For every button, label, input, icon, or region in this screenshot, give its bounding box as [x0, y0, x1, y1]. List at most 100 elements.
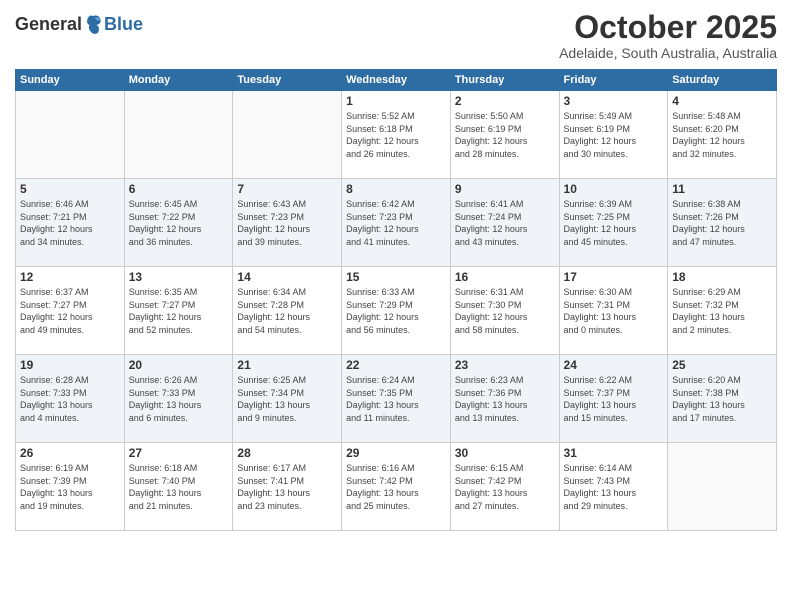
day-info: Sunrise: 6:35 AM Sunset: 7:27 PM Dayligh… [129, 286, 229, 336]
table-row: 10 Sunrise: 6:39 AM Sunset: 7:25 PM Dayli… [559, 179, 668, 267]
table-row: 26Sunrise: 6:19 AM Sunset: 7:39 PM Dayli… [16, 443, 125, 531]
day-info: Sunrise: 6:30 AM Sunset: 7:31 PM Dayligh… [564, 286, 664, 336]
month-title: October 2025 [559, 10, 777, 45]
day-number: 1 [346, 94, 446, 108]
table-row: 14 Sunrise: 6:34 AM Sunset: 7:28 PM Dayli… [233, 267, 342, 355]
day-number: 23 [455, 358, 555, 372]
col-wednesday: Wednesday [342, 70, 451, 91]
day-number: 5 [20, 182, 120, 196]
day-number: 20 [129, 358, 229, 372]
day-number: 7 [237, 182, 337, 196]
day-info: Sunrise: 6:41 AM Sunset: 7:24 PM Dayligh… [455, 198, 555, 248]
day-number: 8 [346, 182, 446, 196]
day-info: Sunrise: 6:37 AM Sunset: 7:27 PM Dayligh… [20, 286, 120, 336]
table-row: 13 Sunrise: 6:35 AM Sunset: 7:27 PM Dayli… [124, 267, 233, 355]
day-number: 26 [20, 446, 120, 460]
day-info: Sunrise: 6:20 AM Sunset: 7:38 PM Dayligh… [672, 374, 772, 424]
calendar-table: Sunday Monday Tuesday Wednesday Thursday… [15, 69, 777, 531]
table-row: 12 Sunrise: 6:37 AM Sunset: 7:27 PM Dayli… [16, 267, 125, 355]
day-info: Sunrise: 6:42 AM Sunset: 7:23 PM Dayligh… [346, 198, 446, 248]
day-number: 25 [672, 358, 772, 372]
table-row: 23 Sunrise: 6:23 AM Sunset: 7:36 PM Dayli… [450, 355, 559, 443]
day-info: Sunrise: 6:46 AM Sunset: 7:21 PM Dayligh… [20, 198, 120, 248]
day-info: Sunrise: 6:45 AM Sunset: 7:22 PM Dayligh… [129, 198, 229, 248]
day-info: Sunrise: 6:43 AM Sunset: 7:23 PM Dayligh… [237, 198, 337, 248]
day-info: Sunrise: 6:23 AM Sunset: 7:36 PM Dayligh… [455, 374, 555, 424]
table-row: 17Sunrise: 6:30 AM Sunset: 7:31 PM Dayli… [559, 267, 668, 355]
table-row: 16 Sunrise: 6:31 AM Sunset: 7:30 PM Dayli… [450, 267, 559, 355]
day-number: 3 [564, 94, 664, 108]
calendar-week-row: 26Sunrise: 6:19 AM Sunset: 7:39 PM Dayli… [16, 443, 777, 531]
table-row [16, 91, 125, 179]
day-number: 9 [455, 182, 555, 196]
day-info: Sunrise: 6:14 AM Sunset: 7:43 PM Dayligh… [564, 462, 664, 512]
day-info: Sunrise: 6:16 AM Sunset: 7:42 PM Dayligh… [346, 462, 446, 512]
col-friday: Friday [559, 70, 668, 91]
day-info: Sunrise: 6:39 AM Sunset: 7:25 PM Dayligh… [564, 198, 664, 248]
table-row [668, 443, 777, 531]
calendar-week-row: 19Sunrise: 6:28 AM Sunset: 7:33 PM Dayli… [16, 355, 777, 443]
day-number: 28 [237, 446, 337, 460]
calendar-week-row: 12 Sunrise: 6:37 AM Sunset: 7:27 PM Dayli… [16, 267, 777, 355]
day-info: Sunrise: 6:18 AM Sunset: 7:40 PM Dayligh… [129, 462, 229, 512]
table-row: 21 Sunrise: 6:25 AM Sunset: 7:34 PM Dayli… [233, 355, 342, 443]
col-monday: Monday [124, 70, 233, 91]
table-row: 9 Sunrise: 6:41 AM Sunset: 7:24 PM Daylig… [450, 179, 559, 267]
day-info: Sunrise: 5:52 AM Sunset: 6:18 PM Dayligh… [346, 110, 446, 160]
day-info: Sunrise: 6:25 AM Sunset: 7:34 PM Dayligh… [237, 374, 337, 424]
day-number: 11 [672, 182, 772, 196]
day-info: Sunrise: 5:50 AM Sunset: 6:19 PM Dayligh… [455, 110, 555, 160]
day-info: Sunrise: 6:15 AM Sunset: 7:42 PM Dayligh… [455, 462, 555, 512]
table-row: 8 Sunrise: 6:42 AM Sunset: 7:23 PM Daylig… [342, 179, 451, 267]
page: General Blue October 2025 Adelaide, Sout… [0, 0, 792, 612]
day-info: Sunrise: 6:26 AM Sunset: 7:33 PM Dayligh… [129, 374, 229, 424]
logo: General Blue [15, 14, 143, 36]
day-number: 21 [237, 358, 337, 372]
table-row: 27 Sunrise: 6:18 AM Sunset: 7:40 PM Dayli… [124, 443, 233, 531]
table-row: 22 Sunrise: 6:24 AM Sunset: 7:35 PM Dayli… [342, 355, 451, 443]
table-row: 11 Sunrise: 6:38 AM Sunset: 7:26 PM Dayli… [668, 179, 777, 267]
table-row: 28Sunrise: 6:17 AM Sunset: 7:41 PM Dayli… [233, 443, 342, 531]
day-number: 15 [346, 270, 446, 284]
day-number: 19 [20, 358, 120, 372]
day-number: 30 [455, 446, 555, 460]
day-info: Sunrise: 6:31 AM Sunset: 7:30 PM Dayligh… [455, 286, 555, 336]
day-number: 27 [129, 446, 229, 460]
table-row: 15 Sunrise: 6:33 AM Sunset: 7:29 PM Dayli… [342, 267, 451, 355]
logo-bird-icon [84, 14, 102, 36]
day-info: Sunrise: 6:34 AM Sunset: 7:28 PM Dayligh… [237, 286, 337, 336]
day-number: 14 [237, 270, 337, 284]
day-number: 24 [564, 358, 664, 372]
table-row: 7 Sunrise: 6:43 AM Sunset: 7:23 PM Daylig… [233, 179, 342, 267]
day-number: 12 [20, 270, 120, 284]
table-row: 30 Sunrise: 6:15 AM Sunset: 7:42 PM Dayli… [450, 443, 559, 531]
day-number: 4 [672, 94, 772, 108]
day-number: 6 [129, 182, 229, 196]
day-number: 18 [672, 270, 772, 284]
table-row: 25 Sunrise: 6:20 AM Sunset: 7:38 PM Dayli… [668, 355, 777, 443]
table-row: 18 Sunrise: 6:29 AM Sunset: 7:32 PM Dayli… [668, 267, 777, 355]
logo-general-text: General [15, 15, 82, 35]
table-row [124, 91, 233, 179]
day-number: 10 [564, 182, 664, 196]
day-number: 31 [564, 446, 664, 460]
table-row: 5 Sunrise: 6:46 AM Sunset: 7:21 PM Daylig… [16, 179, 125, 267]
day-number: 16 [455, 270, 555, 284]
calendar-header-row: Sunday Monday Tuesday Wednesday Thursday… [16, 70, 777, 91]
day-info: Sunrise: 6:33 AM Sunset: 7:29 PM Dayligh… [346, 286, 446, 336]
day-info: Sunrise: 6:29 AM Sunset: 7:32 PM Dayligh… [672, 286, 772, 336]
table-row: 31 Sunrise: 6:14 AM Sunset: 7:43 PM Dayli… [559, 443, 668, 531]
day-number: 13 [129, 270, 229, 284]
table-row: 2Sunrise: 5:50 AM Sunset: 6:19 PM Daylig… [450, 91, 559, 179]
header: General Blue October 2025 Adelaide, Sout… [15, 10, 777, 61]
table-row: 3 Sunrise: 5:49 AM Sunset: 6:19 PM Daylig… [559, 91, 668, 179]
col-tuesday: Tuesday [233, 70, 342, 91]
day-number: 29 [346, 446, 446, 460]
day-number: 22 [346, 358, 446, 372]
day-info: Sunrise: 5:49 AM Sunset: 6:19 PM Dayligh… [564, 110, 664, 160]
day-info: Sunrise: 6:24 AM Sunset: 7:35 PM Dayligh… [346, 374, 446, 424]
logo-blue-text: Blue [104, 15, 143, 35]
day-info: Sunrise: 6:22 AM Sunset: 7:37 PM Dayligh… [564, 374, 664, 424]
table-row: 20 Sunrise: 6:26 AM Sunset: 7:33 PM Dayli… [124, 355, 233, 443]
day-info: Sunrise: 6:38 AM Sunset: 7:26 PM Dayligh… [672, 198, 772, 248]
